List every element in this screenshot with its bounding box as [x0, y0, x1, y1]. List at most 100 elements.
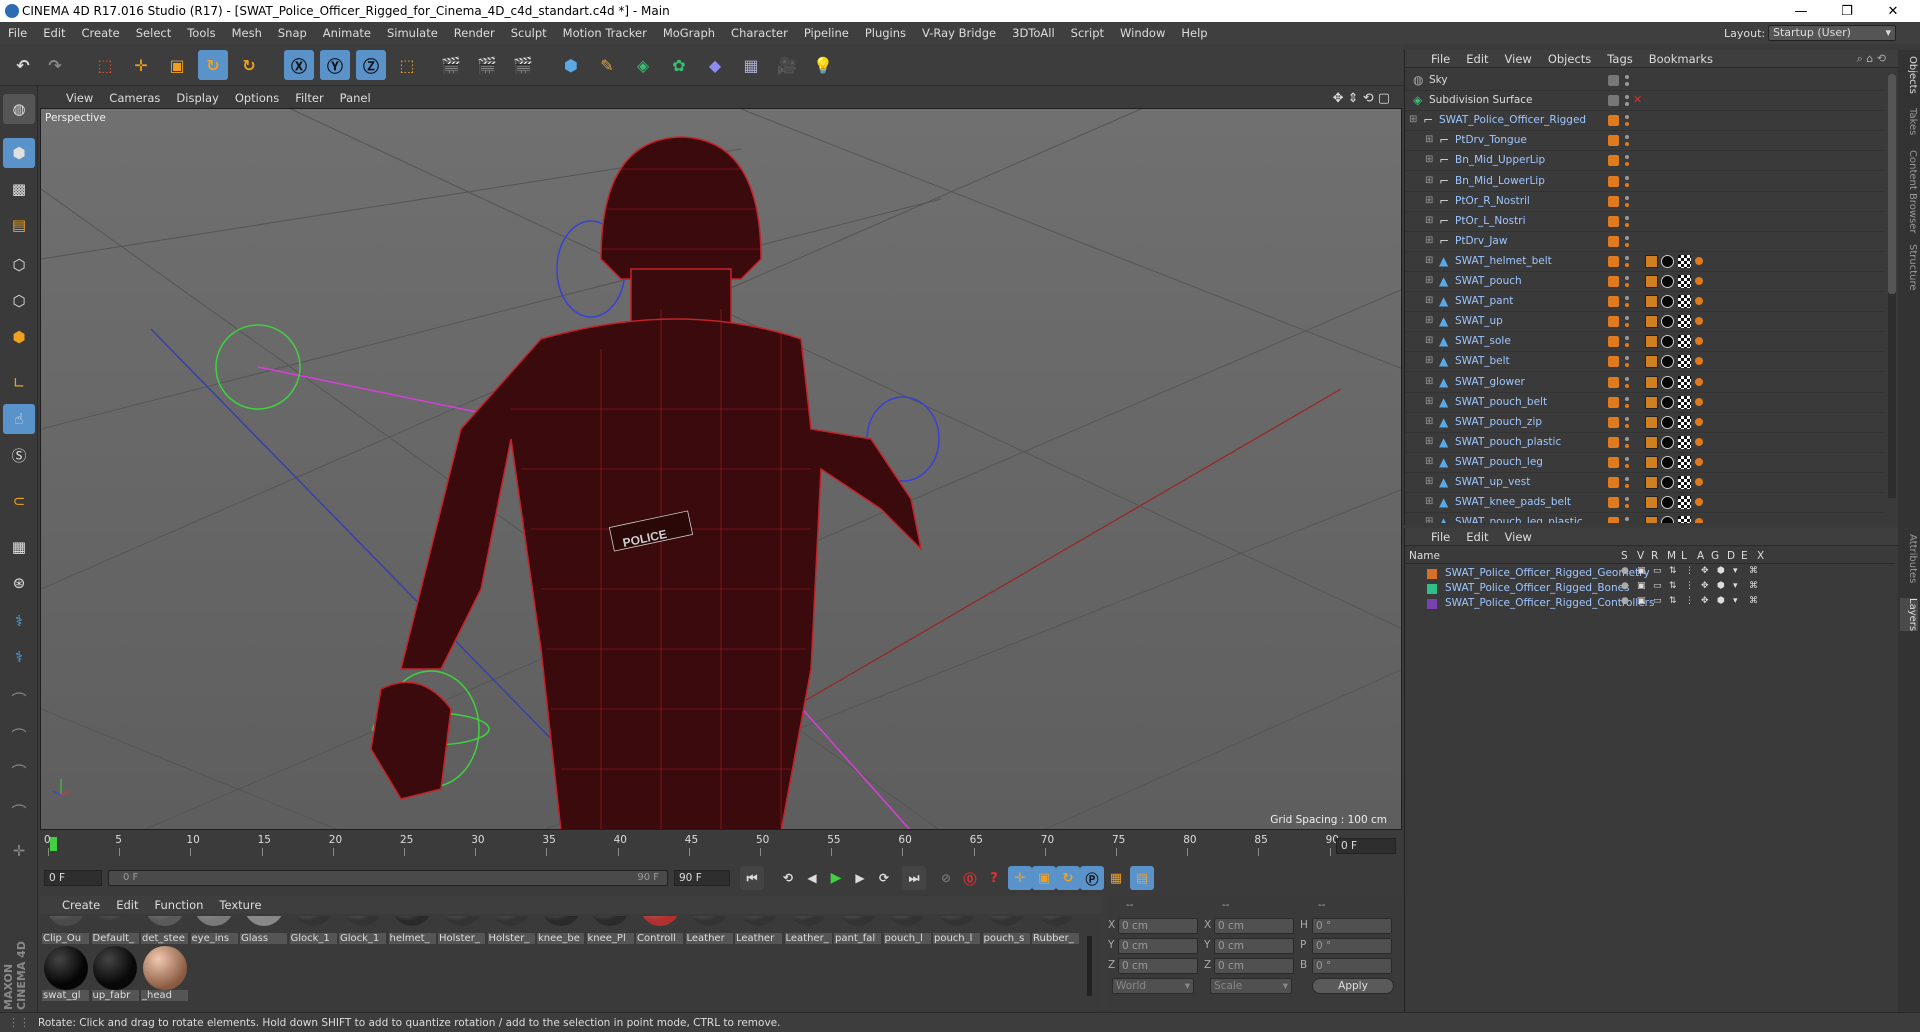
- scale-icon[interactable]: ▣: [162, 50, 192, 80]
- coord-position-field[interactable]: 0 cm: [1118, 938, 1198, 954]
- sculpt-brush-icon[interactable]: ⌒: [3, 684, 35, 714]
- render-dot[interactable]: [1625, 222, 1629, 227]
- texture-tag-icon[interactable]: [1645, 455, 1658, 469]
- layer-color-tag[interactable]: [1608, 376, 1619, 388]
- disabled-icon[interactable]: ✕: [1633, 93, 1642, 106]
- visibility-dot[interactable]: [1625, 75, 1629, 79]
- layer-flag-icon[interactable]: ⌘: [1749, 596, 1758, 606]
- expand-icon[interactable]: ⊞: [1425, 275, 1433, 286]
- object-row[interactable]: ⊞ ▲ SWAT_pant: [1405, 292, 1885, 313]
- mat-menu-create[interactable]: Create: [54, 898, 108, 912]
- layer-color-tag[interactable]: [1608, 436, 1619, 448]
- weight-tag-icon[interactable]: [1695, 397, 1703, 406]
- render-dot[interactable]: [1625, 283, 1629, 287]
- texture-tag-icon[interactable]: [1645, 254, 1658, 268]
- material-tag-icon[interactable]: [1661, 295, 1674, 309]
- render-dot[interactable]: [1625, 242, 1629, 247]
- layer-column-header[interactable]: R: [1651, 550, 1658, 562]
- weight-tag-icon[interactable]: [1695, 297, 1703, 306]
- menu-vray-bridge[interactable]: V-Ray Bridge: [914, 26, 1004, 40]
- visibility-dot[interactable]: [1625, 396, 1629, 401]
- object-row[interactable]: ⊞ ⌐ PtOr_L_Nostri: [1405, 212, 1885, 232]
- expand-icon[interactable]: ⊞: [1425, 315, 1433, 326]
- render-dot[interactable]: [1625, 484, 1629, 488]
- texture-tag-icon[interactable]: [1645, 516, 1658, 523]
- material-item[interactable]: up_fabr: [91, 946, 139, 1006]
- subdivision-surface-icon[interactable]: ◈: [628, 50, 658, 80]
- mat-menu-texture[interactable]: Texture: [211, 898, 269, 912]
- material-item[interactable]: det_stee: [141, 916, 188, 944]
- layer-column-header[interactable]: X: [1757, 550, 1764, 562]
- expand-icon[interactable]: ⊞: [1425, 235, 1433, 246]
- points-mode-icon[interactable]: ⬡: [3, 250, 35, 280]
- layer-color-tag[interactable]: [1608, 356, 1619, 368]
- key-parameter-icon[interactable]: Ⓟ: [1080, 866, 1104, 890]
- visibility-dot[interactable]: [1625, 316, 1629, 321]
- layer-color-swatch[interactable]: [1427, 569, 1437, 579]
- obj-menu-bookmarks[interactable]: Bookmarks: [1641, 52, 1721, 66]
- layer-column-header[interactable]: V: [1637, 550, 1644, 562]
- visibility-dot[interactable]: [1625, 175, 1629, 180]
- layer-flag-icon[interactable]: ●: [1621, 596, 1629, 606]
- vp-menu-cameras[interactable]: Cameras: [101, 91, 168, 105]
- layer-flag-icon[interactable]: ●: [1621, 581, 1629, 591]
- render-dot[interactable]: [1625, 323, 1629, 328]
- obj-search-icon[interactable]: ⌕ ⌂ ⟲: [1857, 52, 1886, 66]
- layer-color-tag[interactable]: [1608, 517, 1619, 523]
- material-item[interactable]: Controll: [636, 916, 683, 944]
- camera-icon[interactable]: 🎥: [772, 50, 802, 80]
- obj-menu-objects[interactable]: Objects: [1540, 52, 1599, 66]
- side-tab-attributes[interactable]: Attributes: [1900, 534, 1918, 583]
- next-key-icon[interactable]: ⟳: [872, 866, 896, 890]
- render-dot[interactable]: [1625, 142, 1629, 147]
- visibility-dot[interactable]: [1625, 416, 1629, 421]
- object-row[interactable]: ⊞ ▲ SWAT_helmet_belt: [1405, 252, 1885, 272]
- texture-tag-icon[interactable]: [1645, 375, 1658, 389]
- visibility-dot[interactable]: [1625, 155, 1629, 160]
- weight-tag-icon[interactable]: [1695, 498, 1703, 507]
- timeline-end-field[interactable]: 0 F: [1336, 838, 1396, 854]
- menu-plugins[interactable]: Plugins: [857, 26, 914, 40]
- menu-file[interactable]: File: [0, 26, 35, 40]
- model-mode-icon[interactable]: ⬢: [3, 138, 35, 168]
- sculpt-grab-icon[interactable]: ⌒: [3, 796, 35, 826]
- python-script-2-icon[interactable]: ⚕: [3, 642, 35, 672]
- weight-tag-icon[interactable]: [1695, 518, 1703, 523]
- material-scrollbar[interactable]: [1087, 936, 1092, 996]
- mat-menu-function[interactable]: Function: [147, 898, 212, 912]
- tweak-mode-icon[interactable]: ☝: [3, 404, 35, 434]
- checker-tag-icon[interactable]: [1678, 254, 1691, 268]
- side-tab-takes[interactable]: Takes: [1900, 108, 1918, 135]
- move-icon[interactable]: ✛: [126, 50, 156, 80]
- layer-flag-icon[interactable]: ⌘: [1749, 566, 1758, 576]
- expand-icon[interactable]: ⊞: [1425, 175, 1433, 186]
- current-frame-field[interactable]: 0 F: [44, 870, 102, 886]
- layer-row[interactable]: SWAT_Police_Officer_Rigged_Controllers ● ▣…: [1405, 596, 1895, 611]
- layer-column-header[interactable]: D: [1727, 550, 1735, 562]
- play-icon[interactable]: ▶: [824, 866, 848, 890]
- layer-flag-icon[interactable]: ▾: [1733, 581, 1738, 591]
- menu-motion-tracker[interactable]: Motion Tracker: [555, 26, 655, 40]
- menu-pipeline[interactable]: Pipeline: [796, 26, 857, 40]
- layer-color-swatch[interactable]: [1427, 584, 1437, 594]
- texture-tag-icon[interactable]: [1645, 476, 1658, 489]
- layer-color-tag[interactable]: [1608, 235, 1619, 247]
- frame-range-slider[interactable]: 0 F 90 F: [108, 870, 668, 886]
- vp-menu-filter[interactable]: Filter: [287, 91, 331, 105]
- visibility-dot[interactable]: [1625, 255, 1629, 260]
- coord-position-field[interactable]: 0 cm: [1118, 918, 1198, 934]
- render-view-icon[interactable]: 🎬: [436, 50, 466, 80]
- material-item[interactable]: Holster_: [487, 916, 535, 944]
- expand-icon[interactable]: ⊞: [1425, 355, 1433, 366]
- material-tag-icon[interactable]: [1661, 395, 1674, 409]
- material-tag-icon[interactable]: [1661, 435, 1674, 449]
- layer-color-tag[interactable]: [1608, 115, 1619, 127]
- key-pla-icon[interactable]: ▦: [1104, 866, 1128, 890]
- menu-simulate[interactable]: Simulate: [379, 26, 446, 40]
- layer-column-header[interactable]: S: [1621, 550, 1628, 562]
- object-row[interactable]: ⊞ ▲ SWAT_knee_pads_belt: [1405, 493, 1885, 514]
- visibility-dot[interactable]: [1625, 456, 1629, 461]
- layer-column-header[interactable]: Name: [1409, 550, 1440, 562]
- layer-flag-icon[interactable]: ▣: [1637, 581, 1646, 591]
- layer-flag-icon[interactable]: ⇅: [1669, 581, 1677, 591]
